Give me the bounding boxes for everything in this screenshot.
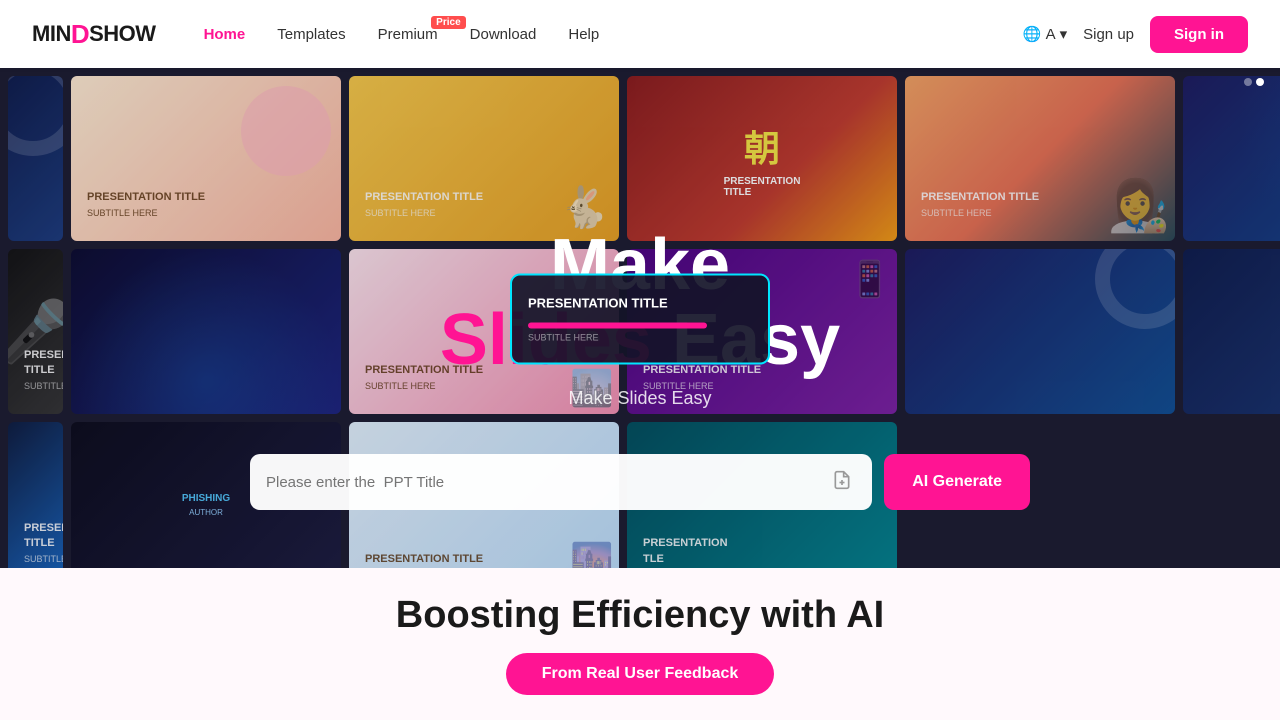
language-selector[interactable]: 🌐 A ▾ xyxy=(1023,25,1067,43)
nav-premium[interactable]: Premium Price xyxy=(378,26,438,43)
search-box xyxy=(250,454,872,510)
ai-generate-button[interactable]: AI Generate xyxy=(884,454,1030,510)
nav-templates[interactable]: Templates xyxy=(277,26,345,43)
chevron-down-icon: ▾ xyxy=(1060,25,1068,43)
bottom-section: Boosting Efficiency with AI From Real Us… xyxy=(0,568,1280,720)
hero-section: PRESENTATION TITLE SUBTITLE HERE PRESENTA… xyxy=(0,68,1280,570)
logo[interactable]: MINDSHOW xyxy=(32,19,156,50)
feedback-button[interactable]: From Real User Feedback xyxy=(506,653,775,695)
nav-help[interactable]: Help xyxy=(568,26,599,43)
hero-subtitle: Make Slides Easy xyxy=(568,388,711,409)
boosting-title: Boosting Efficiency with AI xyxy=(396,594,884,637)
center-popup-card: PRESENTATION TITLE SUBTITLE HERE xyxy=(510,274,770,365)
logo-d-icon: D xyxy=(71,19,89,50)
popup-title: PRESENTATION TITLE xyxy=(528,296,752,313)
price-badge: Price xyxy=(431,16,465,29)
popup-bar xyxy=(528,322,707,328)
search-container: AI Generate xyxy=(250,454,1030,510)
nav-right: 🌐 A ▾ Sign up Sign in xyxy=(1023,16,1248,53)
nav-home[interactable]: Home xyxy=(204,26,246,43)
search-input[interactable] xyxy=(266,474,828,491)
popup-subtitle: SUBTITLE HERE xyxy=(528,332,752,342)
navigation: MINDSHOW Home Templates Premium Price Do… xyxy=(0,0,1280,68)
signin-button[interactable]: Sign in xyxy=(1150,16,1248,53)
lang-icon: 🌐 xyxy=(1023,25,1042,43)
search-file-icon[interactable] xyxy=(828,466,856,499)
lang-text: A xyxy=(1046,26,1056,43)
nav-links: Home Templates Premium Price Download He… xyxy=(204,26,1023,43)
logo-mind-text: MIN xyxy=(32,21,71,47)
logo-show-text: SHOW xyxy=(89,21,155,47)
signup-button[interactable]: Sign up xyxy=(1083,26,1134,43)
nav-download[interactable]: Download xyxy=(470,26,537,43)
